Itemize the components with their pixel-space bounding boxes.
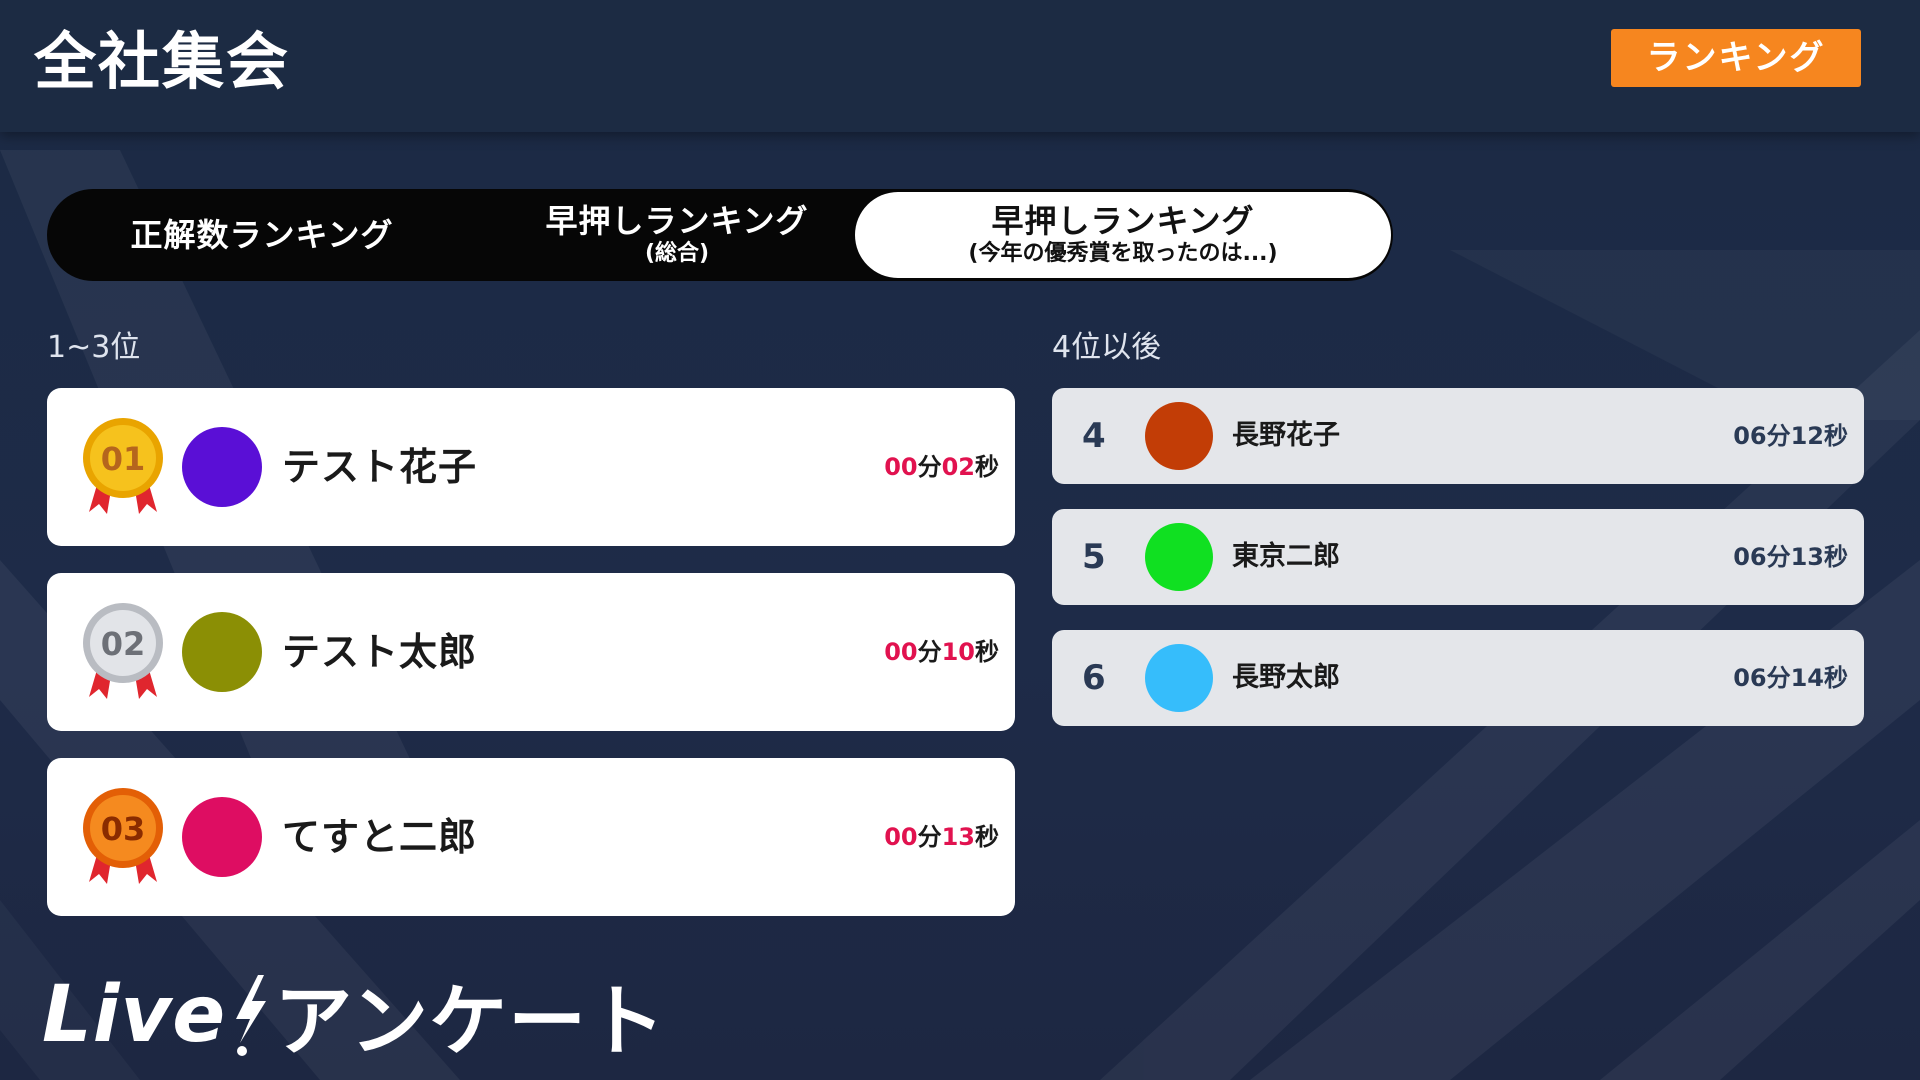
time-minutes-unit: 分 [917,453,942,481]
tab-sublabel: (総合) [644,241,710,266]
brand-logo: Live アンケート [42,970,666,1067]
rank-number: 6 [1082,658,1106,698]
page-title: 全社集会 [34,25,291,98]
time-seconds: 02 [941,453,975,481]
logo-live-text: Live [42,970,227,1060]
time-minutes-unit: 分 [917,638,942,666]
top-rank-card: 02 テスト太郎 00分10秒 [47,573,1015,731]
top-three-heading: 1~3位 [47,330,141,365]
ranking-screen: 全社集会 ランキング 正解数ランキング 早押しランキング (総合) 早押しランキ… [0,0,1920,1080]
answer-time: 00分10秒 [884,633,999,671]
rank-number: 4 [1082,416,1106,456]
rank-number: 5 [1082,537,1106,577]
rank-row: 5 東京二郎 06分13秒 [1052,509,1864,605]
avatar [1145,523,1213,591]
time-minutes-unit: 分 [917,823,942,851]
bronze-medal-icon: 03 [83,788,163,884]
tab-quick-press-overall[interactable]: 早押しランキング (総合) [457,189,897,281]
avatar [182,612,262,692]
logo-survey-text: アンケート [274,977,667,1067]
tab-label: 早押しランキング [545,202,809,240]
participant-name: 長野花子 [1232,420,1340,451]
answer-time: 00分13秒 [884,818,999,856]
time-seconds-unit: 秒 [975,638,999,666]
rank-badge: 03 [101,810,146,848]
time-minutes: 00 [884,638,918,666]
participant-name: 東京二郎 [1232,541,1340,572]
top-rank-card: 01 テスト花子 00分02秒 [47,388,1015,546]
ranking-button[interactable]: ランキング [1611,29,1861,87]
rest-heading: 4位以後 [1052,330,1162,365]
participant-name: てすと二郎 [282,815,478,859]
avatar [1145,644,1213,712]
silver-medal-icon: 02 [83,603,163,699]
answer-time: 06分13秒 [1733,543,1848,571]
time-seconds: 13 [941,823,975,851]
time-seconds-unit: 秒 [975,453,999,481]
rank-row: 4 長野花子 06分12秒 [1052,388,1864,484]
avatar [182,797,262,877]
tab-quick-press-award[interactable]: 早押しランキング (今年の優秀賞を取ったのは...) [855,192,1391,278]
header-bar: 全社集会 ランキング [0,0,1920,132]
answer-time: 06分12秒 [1733,422,1848,450]
time-seconds: 10 [941,638,975,666]
tab-label: 早押しランキング [991,202,1255,240]
avatar [182,427,262,507]
rank-badge: 01 [101,440,146,478]
time-minutes: 00 [884,453,918,481]
rank-row: 6 長野太郎 06分14秒 [1052,630,1864,726]
participant-name: テスト太郎 [282,630,478,674]
participant-name: テスト花子 [282,445,478,489]
tab-correct-answers[interactable]: 正解数ランキング [77,189,447,281]
time-minutes: 00 [884,823,918,851]
tab-label: 正解数ランキング [130,216,394,254]
top-rank-card: 03 てすと二郎 00分13秒 [47,758,1015,916]
rank-badge: 02 [101,625,146,663]
lightning-icon [236,975,267,1056]
answer-time: 06分14秒 [1733,664,1848,692]
ranking-tabs: 正解数ランキング 早押しランキング (総合) 早押しランキング (今年の優秀賞を… [47,189,1393,281]
gold-medal-icon: 01 [83,418,163,514]
tab-sublabel: (今年の優秀賞を取ったのは...) [968,241,1278,266]
answer-time: 00分02秒 [884,448,999,486]
avatar [1145,402,1213,470]
time-seconds-unit: 秒 [975,823,999,851]
participant-name: 長野太郎 [1232,662,1340,693]
